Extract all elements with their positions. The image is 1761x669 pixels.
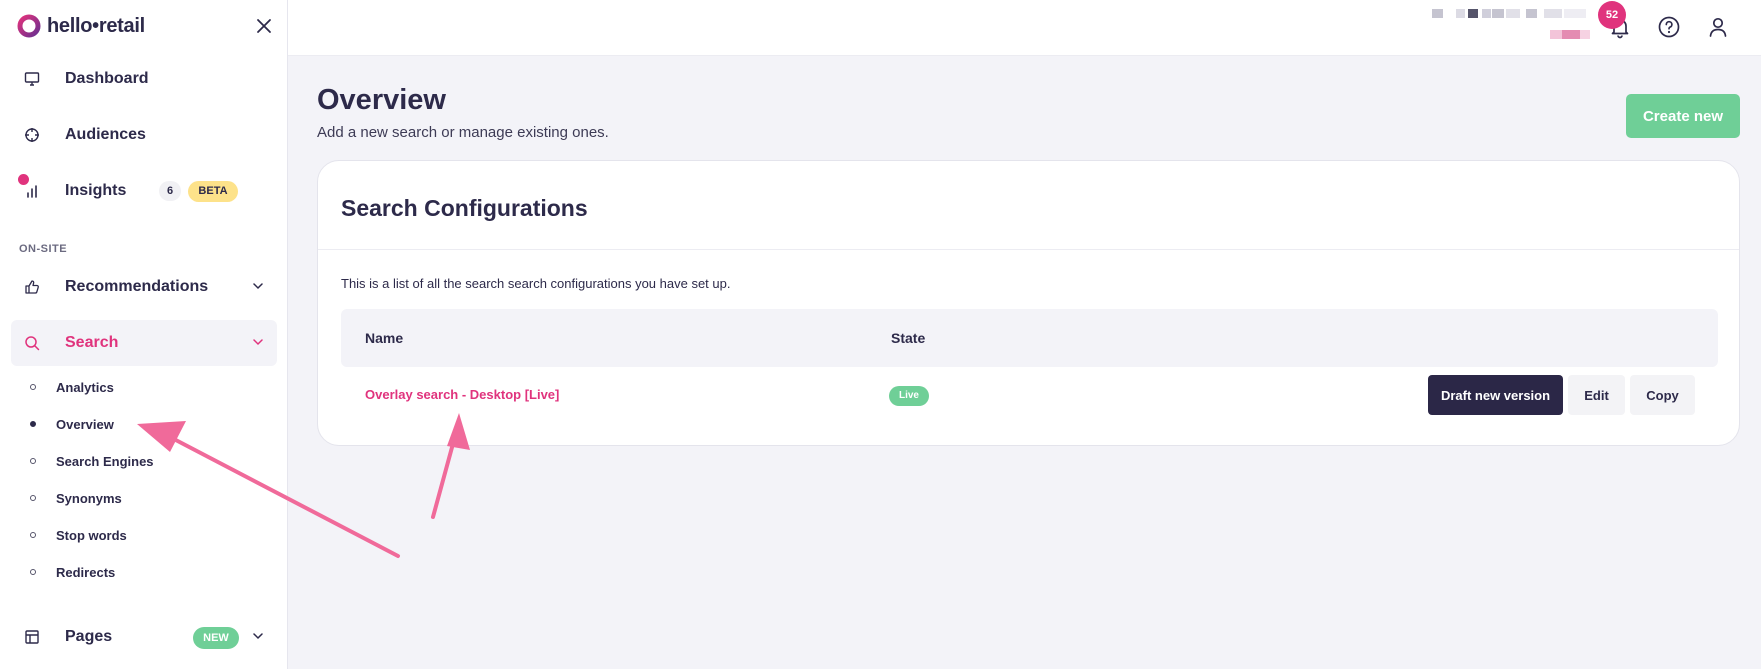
thumbs-up-icon	[23, 278, 41, 296]
sidebar-item-label: Dashboard	[65, 70, 149, 87]
sidebar-item-label: Insights	[65, 182, 127, 199]
logo-icon	[17, 14, 41, 38]
draft-new-version-button[interactable]: Draft new version	[1428, 375, 1563, 415]
status-badge: Live	[889, 386, 929, 406]
user-icon[interactable]	[1706, 15, 1730, 39]
sidebar-item-audiences[interactable]: Audiences	[11, 112, 277, 158]
sidebar-item-label: Search	[65, 334, 119, 351]
sidebar-item-pages[interactable]: Pages NEW	[11, 614, 277, 660]
sidebar-subitem-label: Synonyms	[56, 490, 122, 506]
section-label-on-site: ON-SITE	[19, 243, 68, 255]
redacted-account-info	[1432, 8, 1597, 42]
help-icon[interactable]	[1657, 15, 1681, 39]
page-title: Overview	[317, 84, 446, 116]
bullet-icon	[30, 569, 36, 575]
chevron-down-icon	[253, 633, 263, 640]
sidebar-item-insights[interactable]: Insights 6 BETA	[11, 168, 277, 214]
table-header: Name State	[341, 309, 1718, 367]
notification-count-badge: 52	[1598, 1, 1626, 29]
bullet-icon	[30, 421, 36, 427]
sidebar-subitem-analytics[interactable]: Analytics	[30, 372, 114, 402]
sidebar-subitem-synonyms[interactable]: Synonyms	[30, 483, 122, 513]
sidebar-subitem-label: Search Engines	[56, 453, 154, 469]
card-title: Search Configurations	[341, 195, 588, 221]
sidebar-subitem-label: Redirects	[56, 564, 116, 580]
sidebar-subitem-stop-words[interactable]: Stop words	[30, 520, 127, 550]
sidebar-item-label: Pages	[65, 628, 113, 645]
monitor-icon	[23, 70, 41, 88]
chevron-down-icon	[253, 283, 263, 290]
divider	[318, 249, 1739, 250]
sidebar-subitem-label: Stop words	[56, 527, 127, 543]
chevron-down-icon	[253, 339, 263, 346]
page-subtitle: Add a new search or manage existing ones…	[317, 124, 609, 141]
sidebar-subitem-redirects[interactable]: Redirects	[30, 557, 115, 587]
create-new-button[interactable]: Create new	[1626, 94, 1740, 138]
configuration-name-link[interactable]: Overlay search - Desktop [Live]	[365, 387, 559, 402]
search-icon	[23, 334, 41, 352]
edit-button[interactable]: Edit	[1568, 375, 1625, 415]
copy-button[interactable]: Copy	[1630, 375, 1695, 415]
sidebar-item-search[interactable]: Search	[11, 320, 277, 366]
new-badge: NEW	[193, 627, 239, 649]
sidebar-subitem-label: Analytics	[56, 379, 114, 395]
logo[interactable]: hello•retail	[17, 14, 145, 38]
column-header-state[interactable]: State	[891, 330, 925, 346]
card-description: This is a list of all the search search …	[341, 276, 731, 291]
bar-chart-icon	[23, 182, 41, 200]
insights-count-badge: 6	[159, 181, 181, 201]
bullet-icon	[30, 495, 36, 501]
layout-icon	[23, 628, 41, 646]
sidebar-item-dashboard[interactable]: Dashboard	[11, 56, 277, 102]
beta-badge: BETA	[188, 181, 238, 202]
sidebar-subitem-search-engines[interactable]: Search Engines	[30, 446, 154, 476]
logo-text: hello•retail	[47, 14, 145, 37]
search-configurations-card: Search Configurations This is a list of …	[317, 160, 1740, 446]
sidebar-item-label: Recommendations	[65, 278, 209, 295]
sidebar-subitem-label: Overview	[56, 416, 114, 432]
sidebar-item-label: Audiences	[65, 126, 146, 143]
column-header-name[interactable]: Name	[365, 330, 403, 346]
close-icon[interactable]	[254, 16, 274, 36]
crosshair-icon	[23, 126, 41, 144]
bullet-icon	[30, 458, 36, 464]
sidebar-item-recommendations[interactable]: Recommendations	[11, 264, 277, 310]
bullet-icon	[30, 532, 36, 538]
sidebar-subitem-overview[interactable]: Overview	[30, 409, 114, 439]
bullet-icon	[30, 384, 36, 390]
sidebar: hello•retail Dashboard Audiences Insight…	[0, 0, 288, 669]
